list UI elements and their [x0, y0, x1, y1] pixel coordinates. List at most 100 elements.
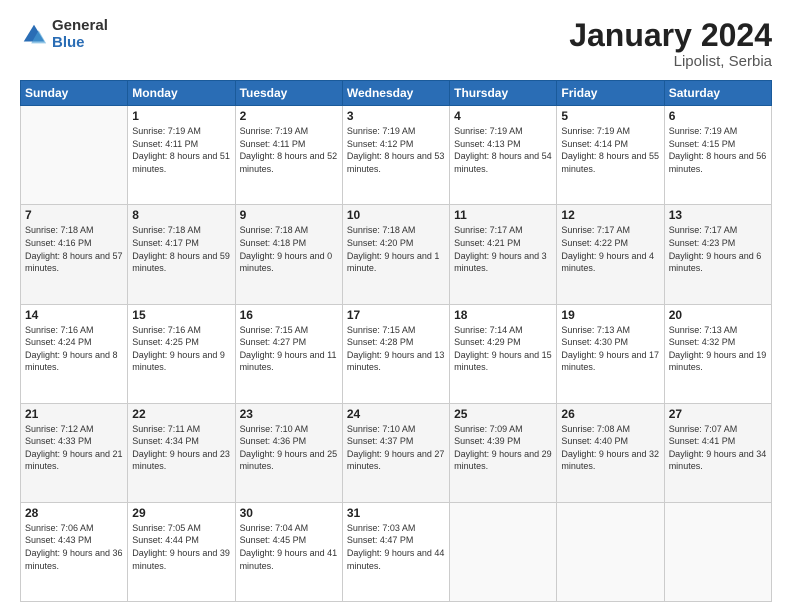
table-row: 6 Sunrise: 7:19 AMSunset: 4:15 PMDaylight…	[664, 106, 771, 205]
day-number: 15	[132, 308, 230, 322]
day-number: 4	[454, 109, 552, 123]
day-number: 8	[132, 208, 230, 222]
day-number: 28	[25, 506, 123, 520]
header: General Blue January 2024 Lipolist, Serb…	[20, 18, 772, 70]
calendar-header-row: Sunday Monday Tuesday Wednesday Thursday…	[21, 81, 772, 106]
day-info: Sunrise: 7:18 AMSunset: 4:20 PMDaylight:…	[347, 224, 445, 274]
table-row: 31 Sunrise: 7:03 AMSunset: 4:47 PMDayligh…	[342, 502, 449, 601]
calendar-table: Sunday Monday Tuesday Wednesday Thursday…	[20, 80, 772, 602]
day-number: 22	[132, 407, 230, 421]
day-number: 2	[240, 109, 338, 123]
table-row: 15 Sunrise: 7:16 AMSunset: 4:25 PMDayligh…	[128, 304, 235, 403]
calendar-week-0: 1Sunrise: 7:19 AMSunset: 4:11 PMDaylight…	[21, 106, 772, 205]
day-info: Sunrise: 7:16 AMSunset: 4:25 PMDaylight:…	[132, 324, 230, 374]
day-info: Sunrise: 7:19 AMSunset: 4:14 PMDaylight:…	[561, 125, 659, 175]
calendar-week-4: 28 Sunrise: 7:06 AMSunset: 4:43 PMDayligh…	[21, 502, 772, 601]
logo-general-label: General	[52, 18, 108, 35]
logo-text: General Blue	[52, 18, 108, 51]
table-row	[557, 502, 664, 601]
table-row: 2 Sunrise: 7:19 AMSunset: 4:11 PMDaylight…	[235, 106, 342, 205]
day-number: 18	[454, 308, 552, 322]
day-info: Sunrise: 7:17 AMSunset: 4:23 PMDaylight:…	[669, 224, 767, 274]
calendar-week-3: 21 Sunrise: 7:12 AMSunset: 4:33 PMDayligh…	[21, 403, 772, 502]
header-friday: Friday	[557, 81, 664, 106]
title-block: January 2024 Lipolist, Serbia	[569, 18, 772, 70]
table-row: 19Sunrise: 7:13 AMSunset: 4:30 PMDayligh…	[557, 304, 664, 403]
table-row: 20Sunrise: 7:13 AMSunset: 4:32 PMDayligh…	[664, 304, 771, 403]
day-info: Sunrise: 7:18 AMSunset: 4:16 PMDaylight:…	[25, 224, 123, 274]
day-info: Sunrise: 7:06 AMSunset: 4:43 PMDaylight:…	[25, 522, 123, 572]
table-row: 4 Sunrise: 7:19 AMSunset: 4:13 PMDaylight…	[450, 106, 557, 205]
day-number: 21	[25, 407, 123, 421]
table-row: 24Sunrise: 7:10 AMSunset: 4:37 PMDayligh…	[342, 403, 449, 502]
day-number: 10	[347, 208, 445, 222]
day-info: Sunrise: 7:19 AMSunset: 4:13 PMDaylight:…	[454, 125, 552, 175]
day-number: 17	[347, 308, 445, 322]
day-info: Sunrise: 7:13 AMSunset: 4:30 PMDaylight:…	[561, 324, 659, 374]
calendar-week-1: 7 Sunrise: 7:18 AMSunset: 4:16 PMDaylight…	[21, 205, 772, 304]
day-info: Sunrise: 7:18 AMSunset: 4:18 PMDaylight:…	[240, 224, 338, 274]
day-info: Sunrise: 7:19 AMSunset: 4:15 PMDaylight:…	[669, 125, 767, 175]
day-info: Sunrise: 7:09 AMSunset: 4:39 PMDaylight:…	[454, 423, 552, 473]
table-row: 16Sunrise: 7:15 AMSunset: 4:27 PMDayligh…	[235, 304, 342, 403]
day-number: 12	[561, 208, 659, 222]
logo: General Blue	[20, 18, 108, 51]
table-row: 30 Sunrise: 7:04 AMSunset: 4:45 PMDayligh…	[235, 502, 342, 601]
day-number: 26	[561, 407, 659, 421]
table-row: 23 Sunrise: 7:10 AMSunset: 4:36 PMDayligh…	[235, 403, 342, 502]
table-row: 9 Sunrise: 7:18 AMSunset: 4:18 PMDaylight…	[235, 205, 342, 304]
day-info: Sunrise: 7:19 AMSunset: 4:11 PMDaylight:…	[132, 125, 230, 175]
day-number: 6	[669, 109, 767, 123]
day-info: Sunrise: 7:11 AMSunset: 4:34 PMDaylight:…	[132, 423, 230, 473]
day-info: Sunrise: 7:19 AMSunset: 4:12 PMDaylight:…	[347, 125, 445, 175]
day-number: 20	[669, 308, 767, 322]
table-row: 11Sunrise: 7:17 AMSunset: 4:21 PMDayligh…	[450, 205, 557, 304]
day-number: 16	[240, 308, 338, 322]
logo-blue-label: Blue	[52, 35, 108, 52]
day-number: 11	[454, 208, 552, 222]
table-row	[664, 502, 771, 601]
table-row	[450, 502, 557, 601]
calendar-week-2: 14Sunrise: 7:16 AMSunset: 4:24 PMDayligh…	[21, 304, 772, 403]
table-row: 25 Sunrise: 7:09 AMSunset: 4:39 PMDayligh…	[450, 403, 557, 502]
day-number: 13	[669, 208, 767, 222]
day-info: Sunrise: 7:16 AMSunset: 4:24 PMDaylight:…	[25, 324, 123, 374]
day-info: Sunrise: 7:15 AMSunset: 4:28 PMDaylight:…	[347, 324, 445, 374]
calendar-title: January 2024	[569, 18, 772, 53]
day-info: Sunrise: 7:19 AMSunset: 4:11 PMDaylight:…	[240, 125, 338, 175]
day-number: 24	[347, 407, 445, 421]
day-info: Sunrise: 7:10 AMSunset: 4:36 PMDaylight:…	[240, 423, 338, 473]
day-number: 31	[347, 506, 445, 520]
day-info: Sunrise: 7:08 AMSunset: 4:40 PMDaylight:…	[561, 423, 659, 473]
day-number: 7	[25, 208, 123, 222]
day-info: Sunrise: 7:12 AMSunset: 4:33 PMDaylight:…	[25, 423, 123, 473]
table-row: 1Sunrise: 7:19 AMSunset: 4:11 PMDaylight…	[128, 106, 235, 205]
day-info: Sunrise: 7:14 AMSunset: 4:29 PMDaylight:…	[454, 324, 552, 374]
logo-icon	[20, 21, 48, 49]
day-info: Sunrise: 7:05 AMSunset: 4:44 PMDaylight:…	[132, 522, 230, 572]
table-row: 29 Sunrise: 7:05 AMSunset: 4:44 PMDayligh…	[128, 502, 235, 601]
table-row: 27 Sunrise: 7:07 AMSunset: 4:41 PMDayligh…	[664, 403, 771, 502]
day-info: Sunrise: 7:03 AMSunset: 4:47 PMDaylight:…	[347, 522, 445, 572]
table-row: 18 Sunrise: 7:14 AMSunset: 4:29 PMDayligh…	[450, 304, 557, 403]
header-sunday: Sunday	[21, 81, 128, 106]
calendar-subtitle: Lipolist, Serbia	[569, 53, 772, 70]
day-number: 9	[240, 208, 338, 222]
day-info: Sunrise: 7:07 AMSunset: 4:41 PMDaylight:…	[669, 423, 767, 473]
header-tuesday: Tuesday	[235, 81, 342, 106]
table-row: 14Sunrise: 7:16 AMSunset: 4:24 PMDayligh…	[21, 304, 128, 403]
day-info: Sunrise: 7:18 AMSunset: 4:17 PMDaylight:…	[132, 224, 230, 274]
day-number: 29	[132, 506, 230, 520]
day-number: 27	[669, 407, 767, 421]
day-number: 23	[240, 407, 338, 421]
header-wednesday: Wednesday	[342, 81, 449, 106]
table-row: 3Sunrise: 7:19 AMSunset: 4:12 PMDaylight…	[342, 106, 449, 205]
header-saturday: Saturday	[664, 81, 771, 106]
day-number: 30	[240, 506, 338, 520]
table-row: 22 Sunrise: 7:11 AMSunset: 4:34 PMDayligh…	[128, 403, 235, 502]
header-monday: Monday	[128, 81, 235, 106]
day-number: 25	[454, 407, 552, 421]
table-row: 10 Sunrise: 7:18 AMSunset: 4:20 PMDayligh…	[342, 205, 449, 304]
table-row: 21 Sunrise: 7:12 AMSunset: 4:33 PMDayligh…	[21, 403, 128, 502]
day-info: Sunrise: 7:04 AMSunset: 4:45 PMDaylight:…	[240, 522, 338, 572]
